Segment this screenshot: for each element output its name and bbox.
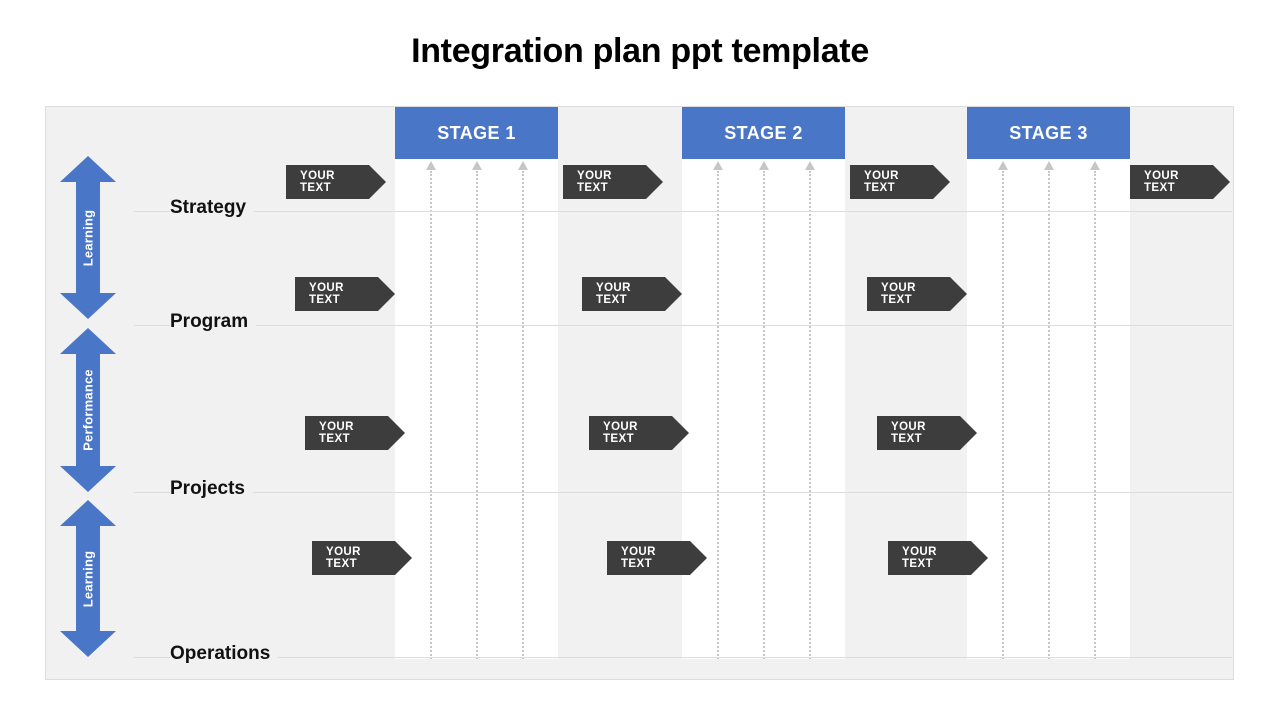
tag-strategy-3[interactable]: YOUR TEXT (850, 165, 950, 199)
stage-column-1: STAGE 1 (395, 107, 558, 659)
dotted-arrowhead-icon (998, 161, 1008, 170)
tag-strategy-4[interactable]: YOUR TEXT (1130, 165, 1230, 199)
side-arrow-label: Performance (80, 369, 96, 451)
row-divider-operations (134, 657, 1232, 658)
arrow-up-head-icon (60, 500, 116, 526)
page-title: Integration plan ppt template (411, 32, 869, 70)
dotted-line (1094, 171, 1096, 659)
side-arrow-label: Learning (80, 209, 96, 266)
row-divider-program (134, 325, 1232, 326)
dotted-line (1002, 171, 1004, 659)
dotted-arrowhead-icon (759, 161, 769, 170)
diagram-canvas: STAGE 1 STAGE 2 STAGE 3 Strategy Program… (45, 106, 1234, 680)
dotted-arrowhead-icon (805, 161, 815, 170)
tag-projects-2[interactable]: YOUR TEXT (589, 416, 689, 450)
arrow-down-head-icon (60, 293, 116, 319)
dotted-line (522, 171, 524, 659)
row-divider-strategy (134, 211, 1232, 212)
dotted-arrows-group-3 (967, 159, 1130, 659)
row-label-projects: Projects (170, 478, 253, 500)
dotted-line (717, 171, 719, 659)
stage-header-2[interactable]: STAGE 2 (682, 107, 845, 159)
dotted-line (763, 171, 765, 659)
tag-strategy-1[interactable]: YOUR TEXT (286, 165, 386, 199)
tag-operations-1[interactable]: YOUR TEXT (312, 541, 412, 575)
arrow-down-head-icon (60, 631, 116, 657)
dotted-arrowhead-icon (1044, 161, 1054, 170)
stage-column-2: STAGE 2 (682, 107, 845, 659)
dotted-line (476, 171, 478, 659)
stage-header-1[interactable]: STAGE 1 (395, 107, 558, 159)
stage-header-3[interactable]: STAGE 3 (967, 107, 1130, 159)
row-label-strategy: Strategy (170, 197, 255, 219)
tag-program-2[interactable]: YOUR TEXT (582, 277, 682, 311)
arrow-down-head-icon (60, 466, 116, 492)
row-divider-projects (134, 492, 1232, 493)
arrow-up-head-icon (60, 156, 116, 182)
tag-strategy-2[interactable]: YOUR TEXT (563, 165, 663, 199)
side-arrow-performance: Performance (60, 328, 116, 492)
dotted-arrows-group-2 (682, 159, 845, 659)
tag-operations-3[interactable]: YOUR TEXT (888, 541, 988, 575)
dotted-arrows-group-1 (395, 159, 558, 659)
dotted-arrowhead-icon (1090, 161, 1100, 170)
dotted-arrowhead-icon (518, 161, 528, 170)
tag-operations-2[interactable]: YOUR TEXT (607, 541, 707, 575)
dotted-line (430, 171, 432, 659)
tag-program-1[interactable]: YOUR TEXT (295, 277, 395, 311)
dotted-arrowhead-icon (426, 161, 436, 170)
side-arrow-learning-2: Learning (60, 500, 116, 657)
dotted-arrowhead-icon (472, 161, 482, 170)
side-arrow-label: Learning (80, 550, 96, 607)
dotted-line (1048, 171, 1050, 659)
tag-projects-3[interactable]: YOUR TEXT (877, 416, 977, 450)
side-arrow-learning-1: Learning (60, 156, 116, 319)
tag-program-3[interactable]: YOUR TEXT (867, 277, 967, 311)
dotted-arrowhead-icon (713, 161, 723, 170)
row-label-program: Program (170, 311, 257, 333)
dotted-line (809, 171, 811, 659)
arrow-up-head-icon (60, 328, 116, 354)
stage-column-3: STAGE 3 (967, 107, 1130, 659)
row-label-operations: Operations (170, 643, 279, 665)
tag-projects-1[interactable]: YOUR TEXT (305, 416, 405, 450)
